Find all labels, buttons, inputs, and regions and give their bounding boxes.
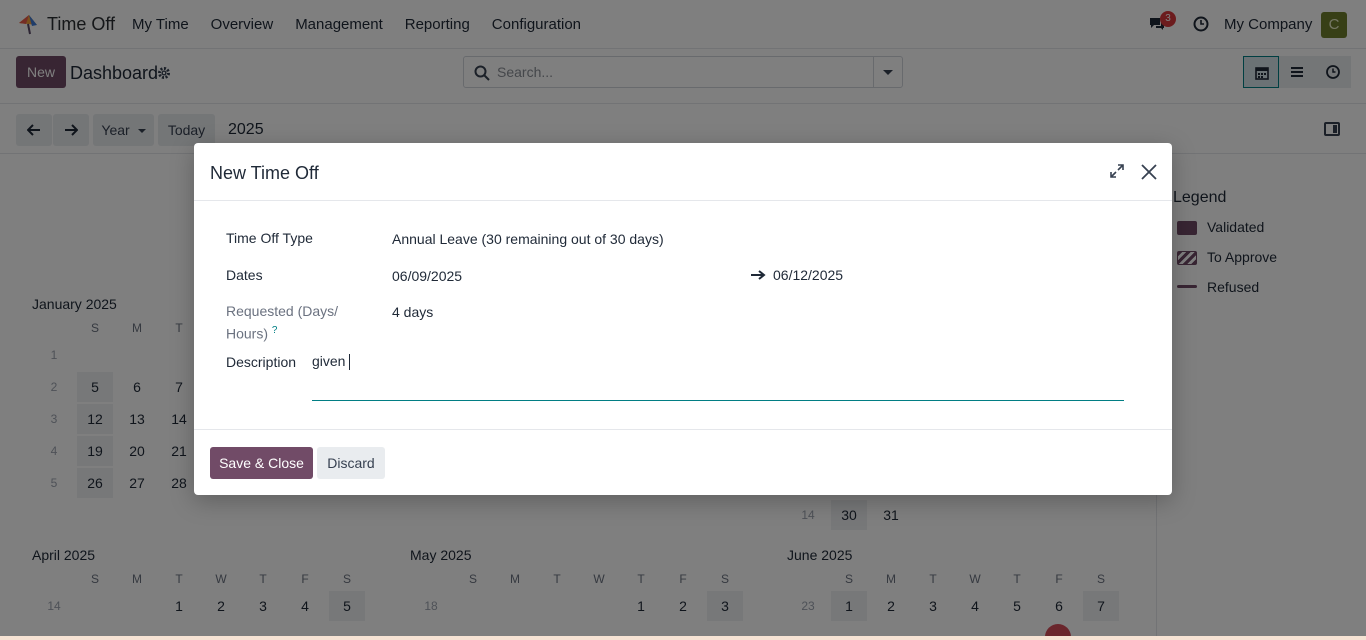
bottom-strip [0,636,1366,640]
text-caret [349,354,350,370]
help-tooltip-icon[interactable]: ? [272,325,278,336]
new-time-off-dialog: New Time Off Time Off Type Annual Leave … [194,143,1172,495]
close-icon[interactable] [1140,163,1158,181]
requested-label: Requested (Days/ Hours) ? [226,301,338,344]
arrow-right-icon [751,270,766,280]
requested-duration-value: 4 days [392,304,434,320]
requested-label-line: Requested (Days/ [226,303,339,319]
description-textarea[interactable]: given [312,347,1124,401]
date-from-field[interactable]: 06/09/2025 [392,268,462,284]
discard-button[interactable]: Discard [317,447,385,479]
requested-label-line: Hours) [226,325,269,342]
expand-icon[interactable] [1110,164,1124,178]
date-to-field[interactable]: 06/12/2025 [773,267,843,283]
description-label: Description [226,354,297,370]
dates-label: Dates [226,267,263,283]
time-off-type-field[interactable]: Annual Leave (30 remaining out of 30 day… [392,231,664,247]
dialog-title: New Time Off [210,163,319,183]
save-and-close-button[interactable]: Save & Close [210,447,313,479]
dialog-footer: Save & Close Discard [194,429,1172,495]
dialog-header: New Time Off [194,143,1172,201]
time-off-type-label: Time Off Type [226,230,313,246]
